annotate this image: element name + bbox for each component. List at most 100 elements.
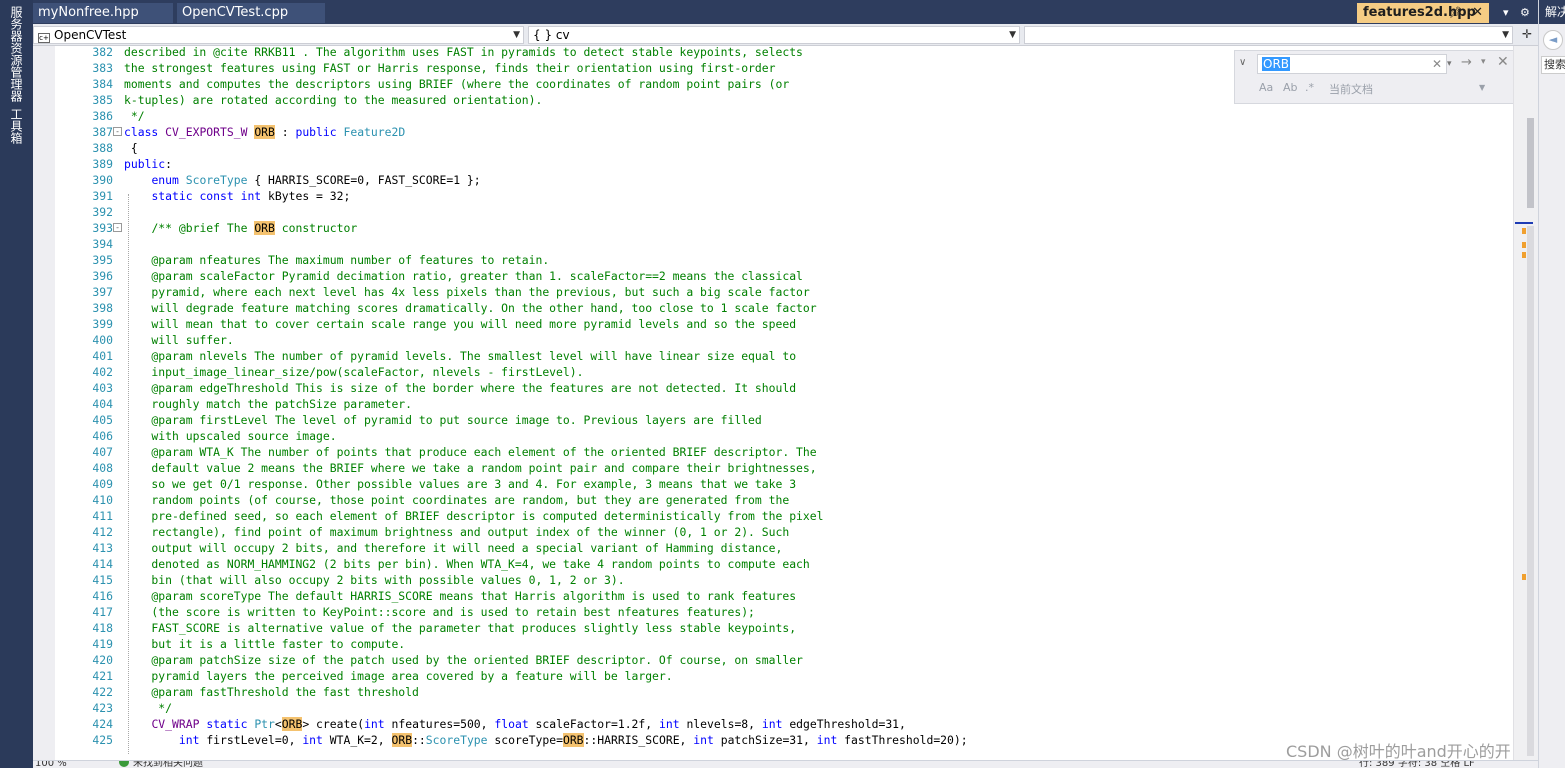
tab-dropdown-icon[interactable]: ▾ [1503, 6, 1509, 19]
code-line[interactable]: 416 @param scoreType The default HARRIS_… [33, 588, 1513, 604]
tab-opencvtest-cpp[interactable]: OpenCVTest.cpp [177, 3, 325, 23]
line-number: 413 [92, 541, 113, 555]
document-tab-bar: myNonfree.hpp OpenCVTest.cpp features2d.… [33, 0, 1538, 24]
code-line[interactable]: 414 denoted as NORM_HAMMING2 (2 bits per… [33, 556, 1513, 572]
line-number: 416 [92, 589, 113, 603]
tab-features2d-hpp[interactable]: features2d.hpp 📌︎ ✕ [1357, 3, 1489, 23]
code-line[interactable]: 386 */ [33, 108, 1513, 124]
find-close-icon[interactable]: ✕ [1497, 54, 1509, 70]
clear-icon[interactable]: ✕ [1432, 55, 1442, 73]
code-token: @param edgeThreshold This is size of the… [124, 381, 797, 395]
code-line[interactable]: 395 @param nfeatures The maximum number … [33, 252, 1513, 268]
find-next-icon[interactable]: → [1461, 55, 1472, 70]
code-line[interactable]: 399 will mean that to cover certain scal… [33, 316, 1513, 332]
chevron-down-icon: ▼ [1502, 30, 1509, 40]
code-token: CV_WRAP [151, 717, 207, 731]
close-icon[interactable]: ✕ [1472, 3, 1483, 23]
code-line[interactable]: 417 (the score is written to KeyPoint::s… [33, 604, 1513, 620]
scroll-thumb[interactable] [1527, 118, 1534, 208]
code-line[interactable]: 413 output will occupy 2 bits, and there… [33, 540, 1513, 556]
code-token: int [178, 733, 207, 747]
code-line[interactable]: 392 [33, 204, 1513, 220]
settings-gear-icon[interactable]: ⚙ [1520, 6, 1530, 19]
collapse-outline-icon[interactable]: - [113, 223, 122, 232]
regex-toggle[interactable]: .* [1305, 81, 1314, 94]
code-token: public [124, 157, 166, 171]
code-token: WTA_K=2, [329, 733, 392, 747]
code-text: rectangle), find point of maximum bright… [124, 524, 789, 540]
code-line[interactable]: 391 static const int kBytes = 32; [33, 188, 1513, 204]
code-token: class [124, 125, 166, 139]
code-line[interactable]: 424 CV_WRAP static Ptr<ORB> create(int n… [33, 716, 1513, 732]
code-line[interactable]: 405 @param firstLevel The level of pyram… [33, 412, 1513, 428]
toolbox-tab[interactable]: 工具箱 [6, 108, 26, 144]
scope-combo[interactable]: { } cv ▼ [528, 26, 1020, 44]
code-line[interactable]: 411 pre-defined seed, so each element of… [33, 508, 1513, 524]
code-line[interactable]: 412 rectangle), find point of maximum br… [33, 524, 1513, 540]
code-line[interactable]: 418 FAST_SCORE is alternative value of t… [33, 620, 1513, 636]
code-line[interactable]: 396 @param scaleFactor Pyramid decimatio… [33, 268, 1513, 284]
code-token: so we get 0/1 response. Other possible v… [124, 477, 797, 491]
code-line[interactable]: 415 bin (that will also occupy 2 bits wi… [33, 572, 1513, 588]
code-token: default value 2 means the BRIEF where we… [124, 461, 817, 475]
code-editor[interactable]: 382 described in @cite RRKB11 . The algor… [33, 46, 1513, 760]
code-line[interactable]: 394 [33, 236, 1513, 252]
search-match-highlight: ORB [281, 717, 303, 731]
expand-replace-icon[interactable]: ∨ [1239, 57, 1246, 68]
line-number: 422 [92, 685, 113, 699]
code-line[interactable]: 400 will suffer. [33, 332, 1513, 348]
line-number: 400 [92, 333, 113, 347]
code-line[interactable]: 422 @param fastThreshold the fast thresh… [33, 684, 1513, 700]
find-history-dropdown-icon[interactable]: ▾ [1447, 54, 1457, 74]
code-line[interactable]: 404 roughly match the patchSize paramete… [33, 396, 1513, 412]
code-token: public [295, 125, 344, 139]
server-explorer-tab[interactable]: 服务器资源管理器 [6, 6, 26, 102]
code-line[interactable]: 403 @param edgeThreshold This is size of… [33, 380, 1513, 396]
code-line[interactable]: 390 enum ScoreType { HARRIS_SCORE=0, FAS… [33, 172, 1513, 188]
code-token: ScoreType [185, 173, 248, 187]
vertical-scrollbar[interactable] [1513, 46, 1538, 760]
code-line[interactable]: 398 will degrade feature matching scores… [33, 300, 1513, 316]
code-text: (the score is written to KeyPoint::score… [124, 604, 755, 620]
project-combo[interactable]: c+ OpenCVTest ▼ [33, 26, 524, 44]
line-number: 387 [92, 125, 113, 139]
tab-overflow-area: ▾ ⚙ [1503, 3, 1538, 23]
code-line[interactable]: 423 */ [33, 700, 1513, 716]
code-line[interactable]: 387- class CV_EXPORTS_W ORB : public Feat… [33, 124, 1513, 140]
collapse-outline-icon[interactable]: - [113, 127, 122, 136]
member-combo[interactable]: ▼ [1024, 26, 1513, 44]
code-line[interactable]: 406 with upscaled source image. [33, 428, 1513, 444]
issues-status[interactable]: 未找到相关问题 [119, 761, 203, 768]
code-line[interactable]: 389 public: [33, 156, 1513, 172]
code-token: CV_EXPORTS_W [165, 125, 255, 139]
code-line[interactable]: 420 @param patchSize size of the patch u… [33, 652, 1513, 668]
code-line[interactable]: 407 @param WTA_K The number of points th… [33, 444, 1513, 460]
line-number: 402 [92, 365, 113, 379]
back-nav-icon[interactable]: ◄ [1543, 30, 1563, 50]
code-text: will mean that to cover certain scale ra… [124, 316, 796, 332]
tab-mynonfree-hpp[interactable]: myNonfree.hpp [33, 3, 173, 23]
find-options-dropdown-icon[interactable]: ▾ [1481, 57, 1486, 67]
code-line[interactable]: 388 { [33, 140, 1513, 156]
chevron-down-icon[interactable]: ▼ [1479, 83, 1485, 92]
find-input[interactable]: ORB ✕ [1257, 54, 1447, 74]
code-line[interactable]: 397 pyramid, where each next level has 4… [33, 284, 1513, 300]
code-line[interactable]: 419 but it is a little faster to compute… [33, 636, 1513, 652]
zoom-level[interactable]: 100 % [35, 761, 67, 768]
code-line[interactable]: 421 pyramid layers the perceived image a… [33, 668, 1513, 684]
code-line[interactable]: 393- /** @brief The ORB constructor [33, 220, 1513, 236]
code-line[interactable]: 410 random points (of course, those poin… [33, 492, 1513, 508]
pin-icon[interactable]: 📌︎ [1449, 3, 1463, 23]
solution-search-field[interactable]: 搜索 [1541, 56, 1565, 74]
solution-explorer-title[interactable]: 解决 [1539, 0, 1565, 24]
code-line[interactable]: 401 @param nlevels The number of pyramid… [33, 348, 1513, 364]
code-line[interactable]: 409 so we get 0/1 response. Other possib… [33, 476, 1513, 492]
whole-word-toggle[interactable]: Ab [1283, 81, 1298, 94]
code-line[interactable]: 402 input_image_linear_size/pow(scaleFac… [33, 364, 1513, 380]
split-window-icon[interactable]: ✛ [1522, 27, 1532, 41]
match-case-toggle[interactable]: Aa [1259, 81, 1273, 94]
code-line[interactable]: 408 default value 2 means the BRIEF wher… [33, 460, 1513, 476]
search-scope-select[interactable]: 当前文档 [1329, 81, 1373, 97]
scroll-track[interactable] [1527, 226, 1534, 756]
code-token: patchSize=31, [720, 733, 817, 747]
